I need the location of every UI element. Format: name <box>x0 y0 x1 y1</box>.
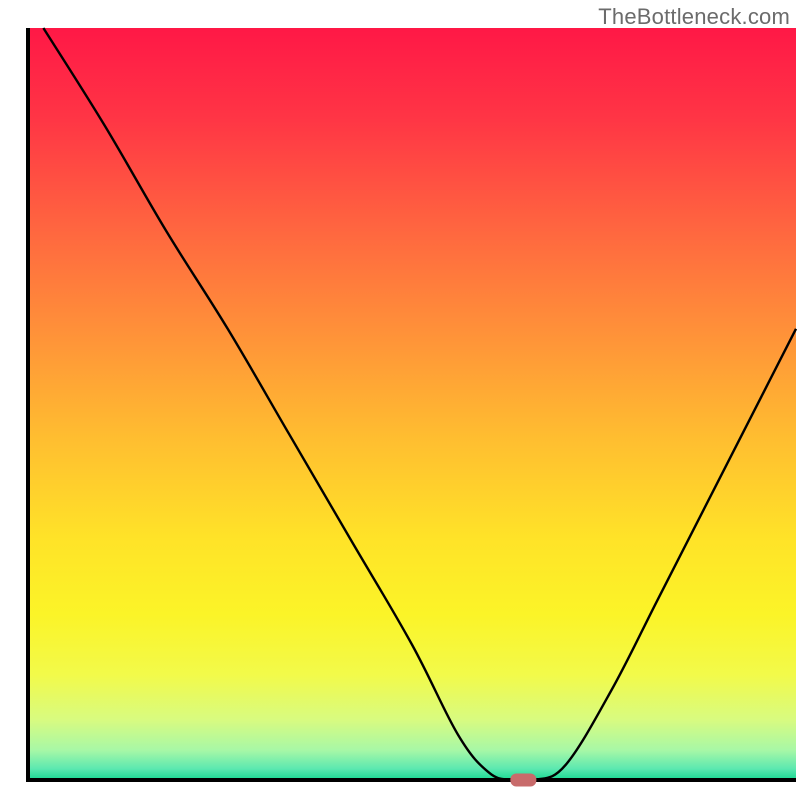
bottleneck-chart: TheBottleneck.com <box>0 0 800 800</box>
optimal-marker <box>510 774 536 787</box>
chart-svg <box>0 0 800 800</box>
watermark-text: TheBottleneck.com <box>598 4 790 30</box>
plot-background <box>28 28 796 780</box>
